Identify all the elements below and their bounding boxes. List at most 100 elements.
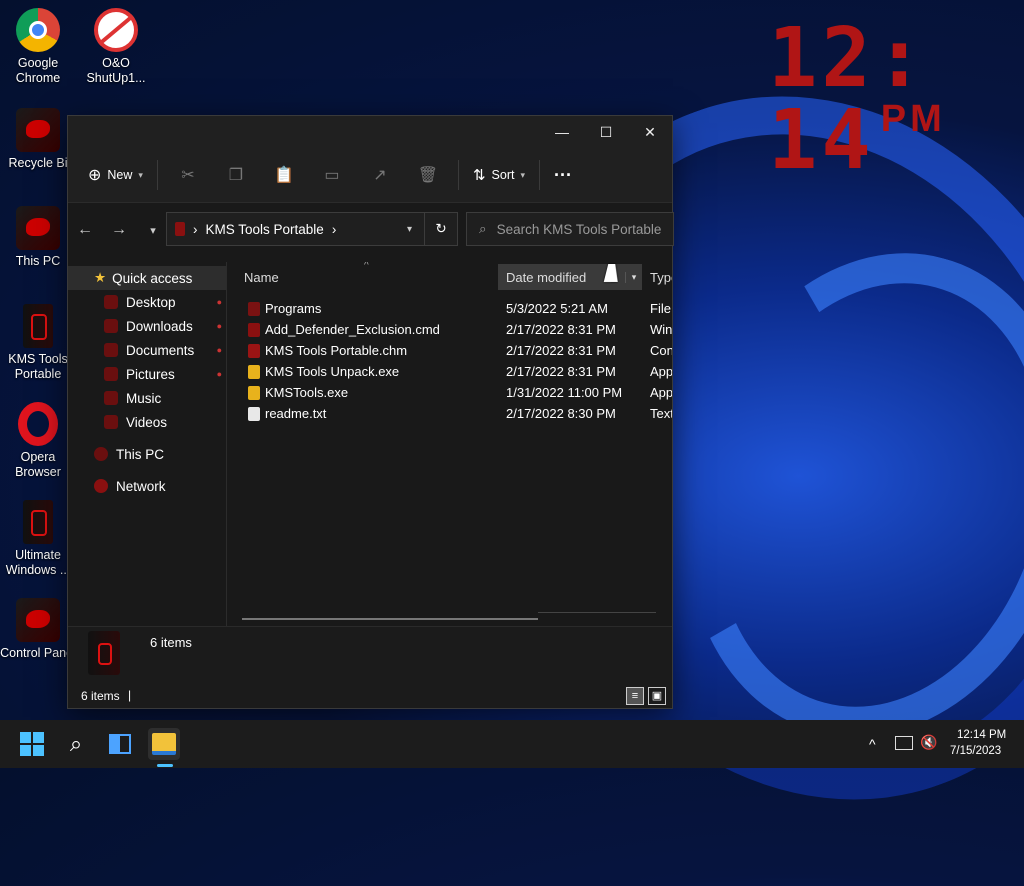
nav-this-pc[interactable]: This PC [68,442,226,466]
nav-quick-access[interactable]: ★ Quick access [68,266,226,290]
chevron-down-icon[interactable]: ▾ [625,271,642,283]
desktop-icon-ultimate-windows[interactable]: Ultimate Windows ... [0,500,76,578]
taskbar-time[interactable]: 12:14 PM [957,729,1006,741]
copy-icon[interactable]: ❐ [212,159,260,191]
file-type: File [650,301,671,316]
tiles-view-icon[interactable]: ▣ [648,687,666,705]
desktop-icon-label: Control Panel [0,646,76,660]
sort-icon: ⇅ [472,167,486,184]
volume-muted-icon[interactable]: 🔇 [920,734,937,751]
opera-icon [18,402,58,446]
nav-item-downloads[interactable]: Downloads ● [68,314,226,338]
close-button[interactable]: ✕ [628,116,672,148]
status-divider: | [128,688,132,702]
file-type: Text [650,406,672,421]
search-input[interactable]: ⌕ Search KMS Tools Portable [466,212,674,246]
nav-network[interactable]: Network [68,474,226,498]
network-icon[interactable] [895,736,913,750]
file-explorer-taskbar-button[interactable] [148,728,180,760]
desktop-icon-label: KMS Tools Portable [8,352,68,381]
address-bar[interactable]: › KMS Tools Portable › ▾ ↻ [166,212,458,246]
desktop-icon-opera[interactable]: Opera Browser [0,402,76,480]
file-type: App [650,364,672,379]
maximize-button[interactable]: ☐ [584,116,628,148]
cmd-file-icon [248,322,260,337]
nav-item-documents[interactable]: Documents ● [68,338,226,362]
cut-icon[interactable]: ✂ [164,159,212,191]
taskbar-date[interactable]: 7/15/2023 [950,745,1001,757]
column-header-name[interactable]: Name [244,270,279,285]
file-date: 2/17/2022 8:30 PM [506,406,616,421]
desktop-icon-this-pc[interactable]: This PC [0,206,76,269]
file-row[interactable]: Programs 5/3/2022 5:21 AM File [228,298,672,319]
file-explorer-window: — ☐ ✕ ⊕ New ▾ ✂ ❐ 📋 ▭ ↗ 🗑 ⇅ Sort ▾ ··· ←… [67,115,674,709]
desktop-icon-recycle-bin[interactable]: Recycle Bi [0,108,76,171]
ultimate-windows-icon [23,500,53,544]
nav-label: Quick access [112,270,193,286]
forward-arrow-icon[interactable]: → [102,221,136,239]
desktop-icon-control-panel[interactable]: Control Panel [0,598,76,661]
desktop-icon-label: Google Chrome [15,56,61,85]
widgets-button[interactable] [104,728,136,760]
file-date: 2/17/2022 8:31 PM [506,343,616,358]
file-date: 1/31/2022 11:00 PM [506,385,623,400]
nav-item-music[interactable]: Music [68,386,226,410]
address-history-chevron-icon[interactable]: ▾ [407,224,412,235]
nav-label: Downloads [126,318,193,334]
nav-item-videos[interactable]: Videos [68,410,226,434]
nav-item-pictures[interactable]: Pictures ● [68,362,226,386]
minimize-button[interactable]: — [540,116,584,148]
sort-button[interactable]: ⇅ Sort ▾ [465,159,533,191]
desktop-icon-shutup[interactable]: O&O ShutUp1... [78,8,154,86]
breadcrumb-current[interactable]: KMS Tools Portable [206,222,324,237]
more-options-button[interactable]: ··· [546,159,580,191]
refresh-icon[interactable]: ↻ [424,213,457,245]
divider [156,160,158,190]
title-bar[interactable]: — ☐ ✕ [68,116,672,148]
folder-icon [104,295,118,309]
file-row[interactable]: Add_Defender_Exclusion.cmd 2/17/2022 8:3… [228,319,672,340]
file-list: Name ^ Date modified ▾ Type Programs 5/3… [228,262,672,626]
nav-label: Network [116,478,166,494]
file-row[interactable]: KMS Tools Portable.chm 2/17/2022 8:31 PM… [228,340,672,361]
paste-icon[interactable]: 📋 [260,159,308,191]
exe-file-icon [248,385,260,400]
new-button[interactable]: ⊕ New ▾ [80,159,151,191]
file-name: KMSTools.exe [265,385,349,400]
control-panel-icon [16,598,60,642]
status-bar: 6 items | ≡ ▣ [68,684,672,708]
folder-icon [104,367,118,381]
delete-icon[interactable]: 🗑 [404,159,452,191]
file-row[interactable]: KMSTools.exe 1/31/2022 11:00 PM App [228,382,672,403]
desktop-icon-label: O&O ShutUp1... [86,56,146,85]
column-header-type[interactable]: Type [650,270,672,285]
nav-label: Videos [126,414,168,430]
horizontal-scrollbar[interactable] [242,618,538,620]
desktop-icon-chrome[interactable]: Google Chrome [0,8,76,86]
command-bar: ⊕ New ▾ ✂ ❐ 📋 ▭ ↗ 🗑 ⇅ Sort ▾ ··· [68,148,672,203]
file-row[interactable]: KMS Tools Unpack.exe 2/17/2022 8:31 PM A… [228,361,672,382]
back-arrow-icon[interactable]: ← [68,221,102,239]
share-icon[interactable]: ↗ [356,159,404,191]
details-view-icon[interactable]: ≡ [626,687,644,705]
kms-tools-icon [23,304,53,348]
recent-locations-chevron-icon[interactable]: ▾ [136,224,170,237]
desktop-icon-label: Recycle Bi [8,156,68,170]
pin-icon: ● [216,297,222,307]
divider [539,160,540,190]
file-date: 2/17/2022 8:31 PM [506,322,616,337]
kms-tools-icon [88,631,120,675]
chevron-up-icon[interactable]: ^ [869,736,876,752]
folder-icon [104,415,118,429]
nav-label: Pictures [126,366,175,382]
desktop-icon-kms-tools[interactable]: KMS Tools Portable [0,304,76,382]
desktop-icon-label: Ultimate Windows ... [5,548,71,577]
folder-icon [175,222,185,236]
file-row[interactable]: readme.txt 2/17/2022 8:30 PM Text [228,403,672,424]
start-button[interactable] [16,728,48,760]
file-date: 2/17/2022 8:31 PM [506,364,616,379]
new-label: New [107,168,133,182]
search-button[interactable]: ⌕ [60,728,92,760]
rename-icon[interactable]: ▭ [308,159,356,191]
nav-item-desktop[interactable]: Desktop ● [68,290,226,314]
